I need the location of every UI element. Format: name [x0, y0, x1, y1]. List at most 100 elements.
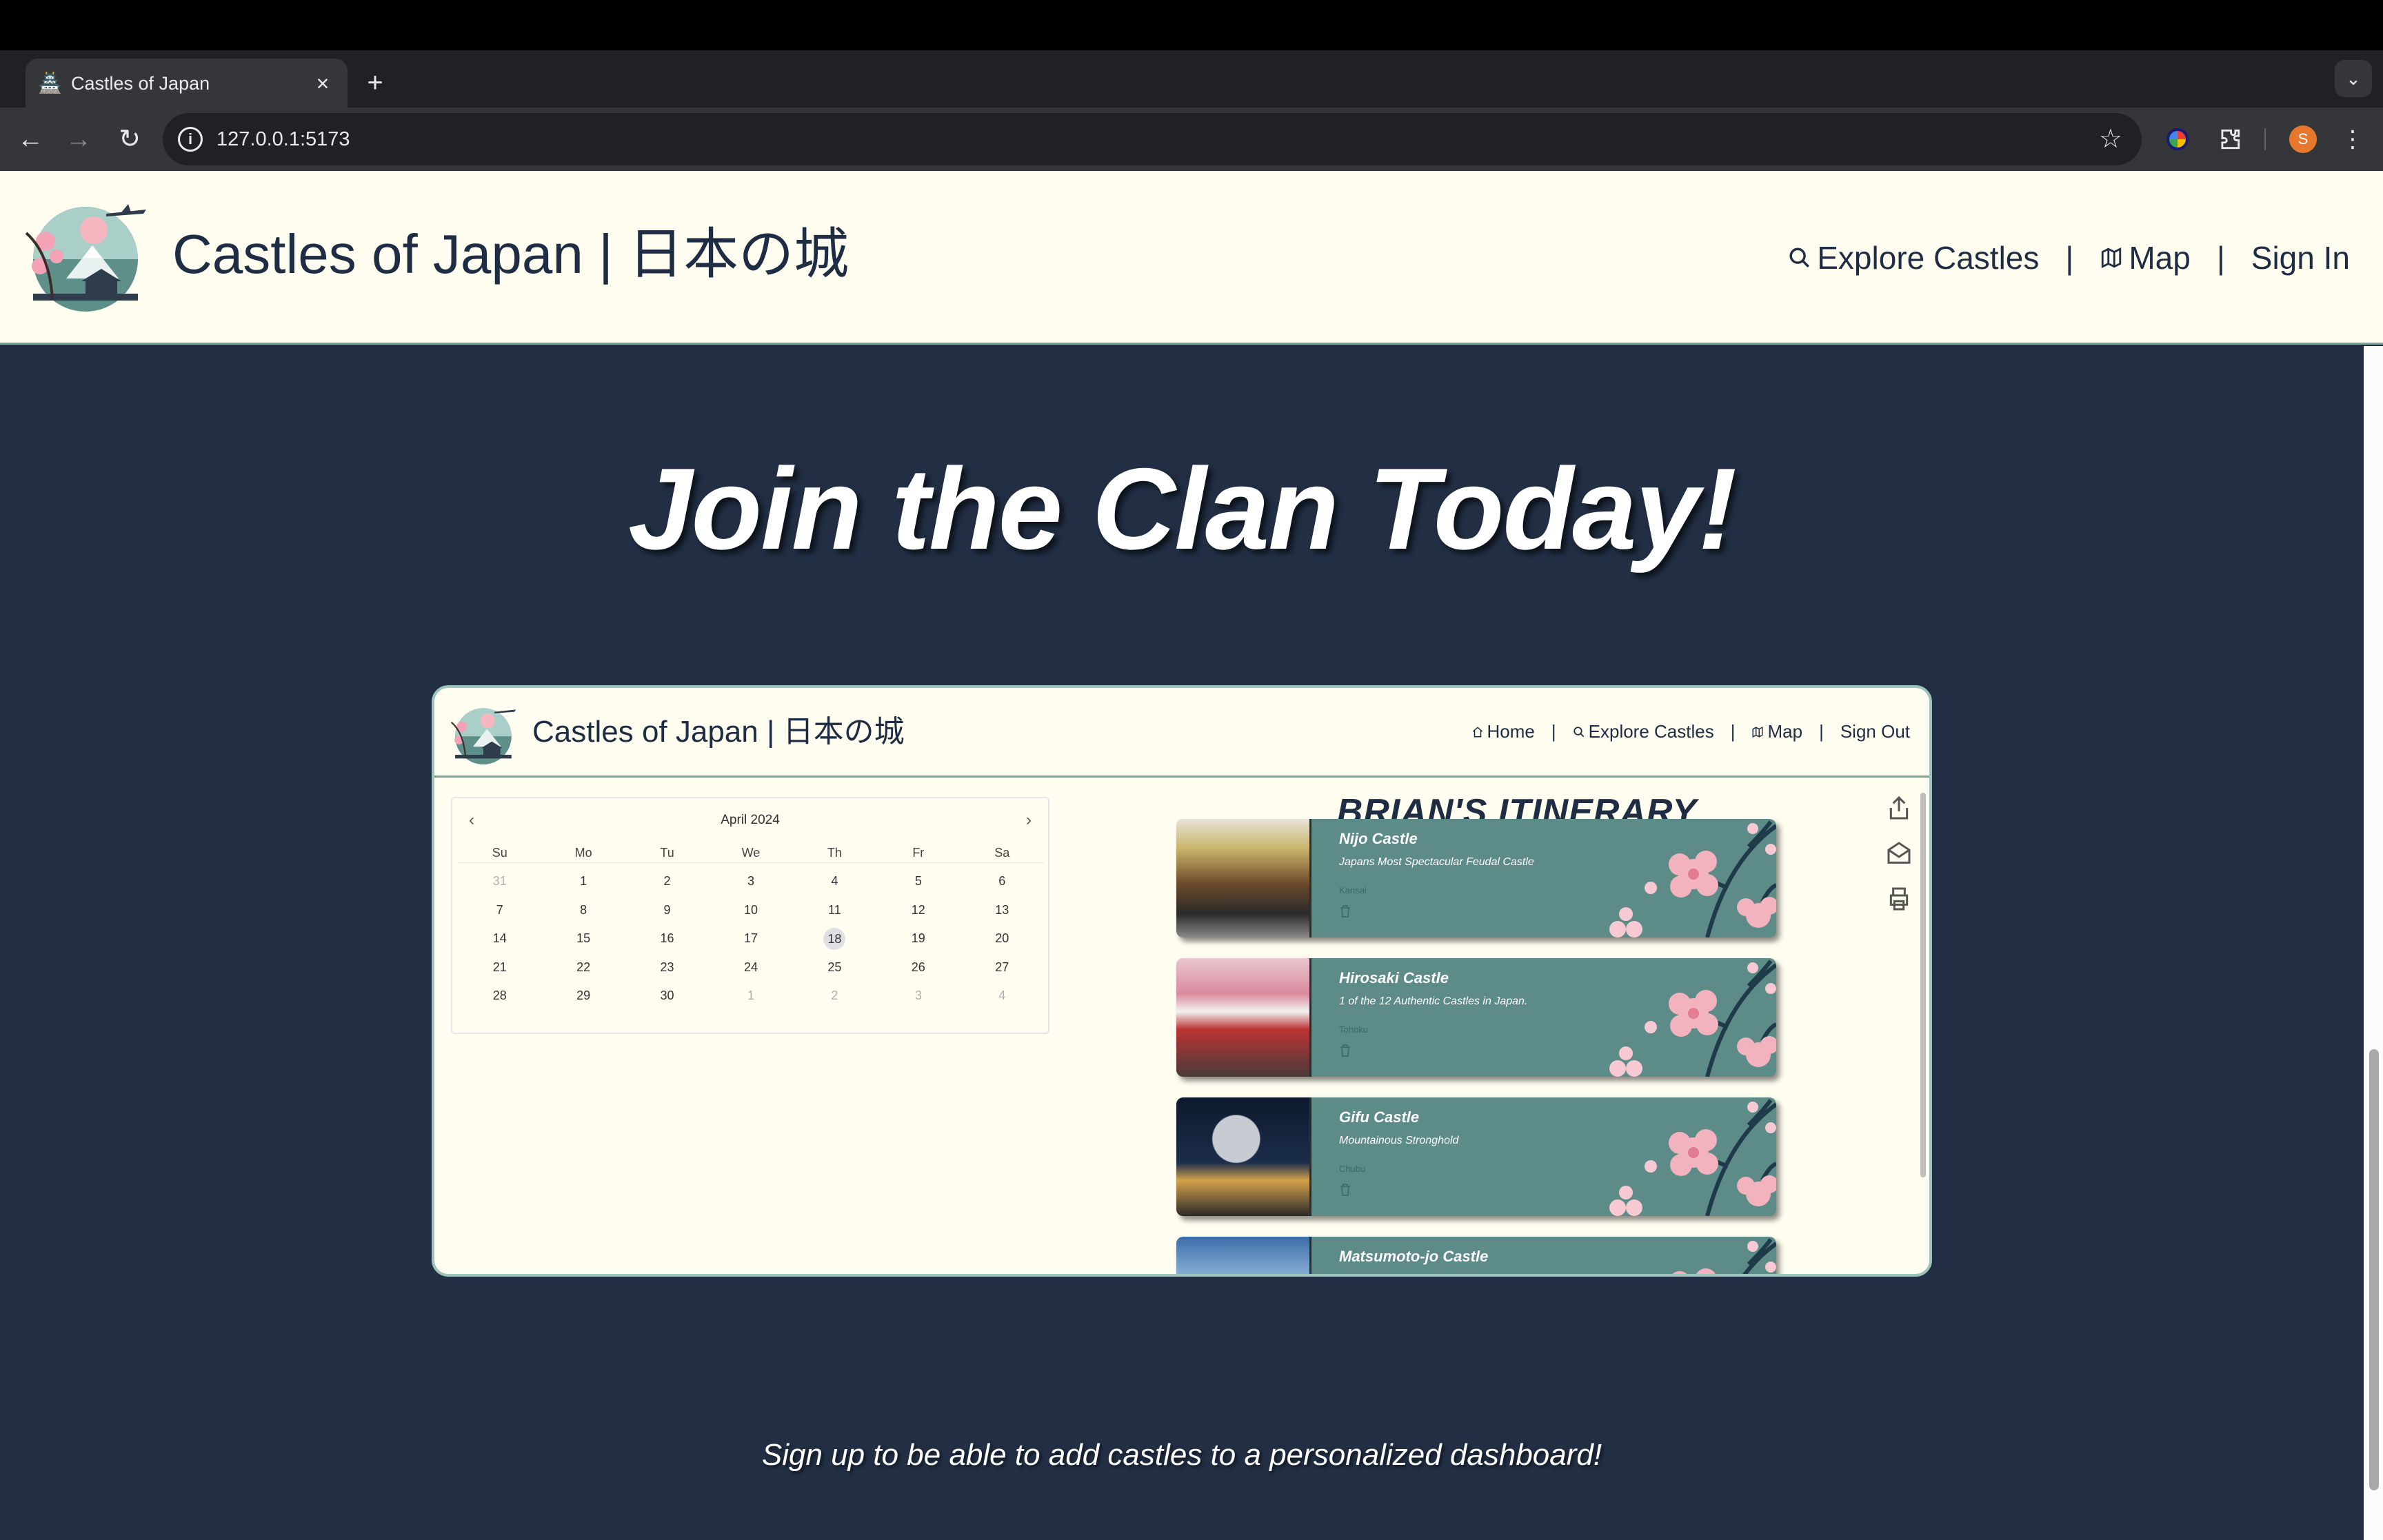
calendar-day-number: 1	[747, 989, 754, 1003]
preview-scrollbar	[1918, 780, 1928, 1274]
site-info-icon[interactable]: i	[178, 127, 203, 152]
star-icon[interactable]: ☆	[2099, 124, 2122, 154]
page-scrollbar[interactable]	[2364, 346, 2383, 1540]
nav-explore-castles[interactable]: Explore Castles	[1788, 239, 2039, 276]
trash-icon	[1340, 905, 1350, 918]
calendar-weekday: Sa	[994, 846, 1010, 860]
calendar-day: 7	[458, 903, 541, 918]
extension-icon[interactable]	[2212, 121, 2248, 157]
calendar-week-row: 31 1 2 3 4 5 6	[458, 867, 1044, 896]
calendar-day: 26	[876, 960, 960, 975]
itinerary-card: Hirosaki Castle 1 of the 12 Authentic Cas…	[1176, 958, 1776, 1077]
cherry-blossom-decoration	[1609, 960, 1776, 1077]
toolbar-divider	[2264, 128, 2266, 150]
nav-sign-in[interactable]: Sign In	[2251, 239, 2350, 276]
mail-icon	[1887, 842, 1911, 864]
site-title[interactable]: Castles of Japan | 日本の城	[172, 216, 849, 292]
page-scrollbar-thumb[interactable]	[2369, 1049, 2379, 1490]
calendar-weekday: Th	[827, 846, 842, 860]
nav-map[interactable]: Map	[2100, 239, 2191, 276]
calendar-day: 18	[793, 927, 876, 950]
calendar-day: 6	[961, 874, 1044, 889]
calendar-day: 15	[541, 931, 625, 946]
calendar-day: 25	[793, 960, 876, 975]
castle-subtitle: Mountainous Stronghold	[1339, 1135, 1459, 1146]
browser-tab-bar: 🏯 Castles of Japan × + ⌄	[0, 50, 2383, 108]
calendar-day: 21	[458, 960, 541, 975]
tab-title: Castles of Japan	[71, 73, 210, 94]
calendar-day-number: 17	[743, 931, 758, 946]
calendar-day-number: 24	[743, 960, 758, 974]
castle-subtitle: The Crow Castle	[1339, 1274, 1421, 1277]
nav-separator: |	[2216, 240, 2225, 276]
castle-name: Gifu Castle	[1339, 1108, 1420, 1126]
calendar-day-number: 19	[911, 931, 925, 946]
cherry-blossom-decoration	[1609, 1099, 1776, 1216]
castle-photo	[1176, 1237, 1311, 1274]
castle-subtitle: 1 of the 12 Authentic Castles in Japan.	[1339, 995, 1528, 1007]
calendar-day-number: 14	[492, 931, 507, 946]
calendar-day-number: 21	[492, 960, 507, 974]
calendar-week-row: 28 29 30 1 2 3 4	[458, 982, 1044, 1011]
reload-icon[interactable]: ↻	[112, 121, 148, 157]
calendar-day-number: 3	[747, 874, 754, 889]
calendar-weekday-row: Su Mo Tu We Th Fr Sa	[458, 844, 1044, 863]
trash-icon	[1340, 1044, 1350, 1057]
kebab-menu-icon[interactable]: ⋮	[2335, 121, 2371, 157]
itinerary-card: Matsumoto-jo CastleThe Crow CastleChubu	[1176, 1237, 1776, 1277]
calendar-day: 19	[876, 931, 960, 946]
preview-nav-map-label: Map	[1767, 721, 1803, 742]
chevron-right-icon: ›	[1026, 811, 1032, 829]
calendar-day-number: 2	[663, 874, 671, 889]
home-icon	[1472, 726, 1482, 737]
share-icon	[1889, 796, 1909, 820]
new-tab-button[interactable]: +	[360, 69, 390, 99]
calendar-day-number: 1	[580, 874, 587, 889]
preview-header: Castles of Japan | 日本の城 Home | Explore C…	[434, 688, 1929, 778]
close-tab-icon[interactable]: ×	[310, 70, 336, 97]
castle-photo	[1176, 819, 1311, 938]
dashboard-preview-image: Castles of Japan | 日本の城 Home | Explore C…	[432, 685, 1932, 1277]
calendar-day: 2	[793, 989, 876, 1003]
calendar-day: 10	[709, 903, 792, 918]
url-text[interactable]: 127.0.0.1:5173	[217, 127, 350, 152]
calendar-week-row: 7 8 9 10 11 12 13	[458, 896, 1044, 925]
browser-tab[interactable]: 🏯 Castles of Japan ×	[26, 59, 348, 108]
preview-nav-signout: Sign Out	[1840, 721, 1910, 742]
calendar-day-number: 5	[914, 874, 922, 889]
calendar-day-number: 26	[911, 960, 925, 974]
calendar-weekday: Mo	[574, 846, 592, 860]
calendar-day: 13	[961, 903, 1044, 918]
calendar-day: 11	[793, 903, 876, 918]
preview-nav-separator: |	[1551, 721, 1556, 742]
extension-colorful-icon[interactable]	[2166, 128, 2189, 150]
signup-prompt: Sign up to be able to add castles to a p…	[761, 1438, 1602, 1472]
nav-explore-label: Explore Castles	[1817, 240, 2040, 276]
calendar-day: 24	[709, 960, 792, 975]
calendar-day: 1	[541, 874, 625, 889]
calendar-day: 1	[709, 989, 792, 1003]
search-icon	[1789, 247, 1810, 267]
site-nav: Explore Castles | Map | Sign In	[1788, 237, 2350, 278]
calendar-day: 4	[961, 989, 1044, 1003]
hero-heading: Join the Clan Today!	[628, 444, 1737, 574]
calendar-day-number: 22	[576, 960, 591, 974]
back-arrow-icon[interactable]: ←	[12, 121, 48, 157]
forward-arrow-icon[interactable]: →	[61, 121, 97, 157]
address-bar[interactable]: i 127.0.0.1:5173 ☆	[163, 113, 2142, 165]
tab-search-chevron-icon[interactable]: ⌄	[2335, 60, 2372, 97]
print-icon	[1889, 887, 1909, 911]
castle-logo-icon[interactable]	[25, 203, 149, 313]
calendar-day: 30	[625, 989, 709, 1003]
calendar-day-number: 28	[492, 989, 507, 1003]
castle-region: Kansai	[1339, 885, 1367, 895]
cherry-blossom-decoration	[1672, 1238, 1776, 1274]
preview-nav-explore: Explore Castles	[1573, 721, 1714, 742]
castle-name: Matsumoto-jo Castle	[1339, 1248, 1489, 1265]
calendar-day: 14	[458, 931, 541, 946]
calendar-day-number: 30	[660, 989, 674, 1003]
castle-region: Chubu	[1339, 1164, 1366, 1174]
profile-avatar[interactable]: S	[2289, 125, 2317, 153]
preview-nav-separator: |	[1819, 721, 1824, 742]
castle-region: Tohoku	[1339, 1024, 1368, 1035]
